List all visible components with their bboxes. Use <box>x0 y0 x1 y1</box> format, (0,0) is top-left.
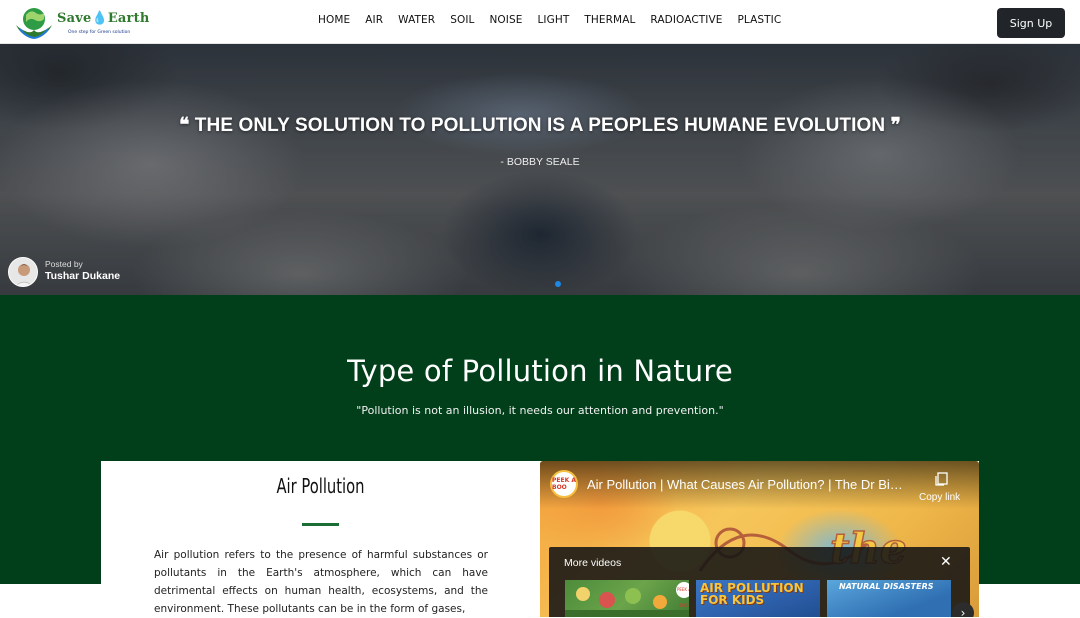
nav-thermal[interactable]: THERMAL <box>584 14 635 26</box>
more-videos-panel: More videos ✕ PEEK A BOO AIR POLLUTION F… <box>549 547 974 617</box>
nav-light[interactable]: LIGHT <box>537 14 569 26</box>
nav-noise[interactable]: NOISE <box>489 14 522 26</box>
channel-badge: PEEK A BOO <box>676 582 689 608</box>
main-nav: HOME AIR WATER SOIL NOISE LIGHT THERMAL … <box>318 0 781 40</box>
video-thumbnail[interactable]: NATURAL DISASTERS <box>827 580 951 617</box>
logo-tagline: One step for Green solution <box>68 30 131 35</box>
hero-quote: ❝ THE ONLY SOLUTION TO POLLUTION IS A PE… <box>179 115 901 136</box>
section-subtitle: "Pollution is not an illusion, it needs … <box>356 404 724 417</box>
avatar[interactable] <box>8 257 38 287</box>
drop-icon: 💧 <box>91 11 108 26</box>
card-title: Air Pollution <box>276 474 365 498</box>
video-title[interactable]: Air Pollution | What Causes Air Pollutio… <box>587 477 907 492</box>
more-videos-label: More videos <box>564 557 622 569</box>
section-title: Type of Pollution in Nature <box>347 354 733 388</box>
logo-title: Save💧Earth <box>57 11 150 26</box>
nav-soil[interactable]: SOIL <box>450 14 474 26</box>
copy-link-label[interactable]: Copy link <box>919 492 960 503</box>
nav-home[interactable]: HOME <box>318 14 350 26</box>
video-thumbnail[interactable]: AIR POLLUTION FOR KIDS <box>696 580 820 617</box>
nav-water[interactable]: WATER <box>398 14 435 26</box>
poster-name[interactable]: Tushar Dukane <box>45 270 120 282</box>
channel-avatar[interactable]: PEEK A BOO <box>550 470 578 498</box>
carousel-indicator[interactable] <box>555 281 561 287</box>
posted-by-label: Posted by <box>45 259 83 269</box>
close-icon[interactable]: ✕ <box>940 554 952 570</box>
earth-hands-icon <box>16 8 52 39</box>
nav-plastic[interactable]: PLASTIC <box>738 14 782 26</box>
hero-quote-author: - BOBBY SEALE <box>500 156 580 168</box>
thumbnail-title: NATURAL DISASTERS <box>839 582 934 591</box>
next-arrow-icon[interactable]: › <box>952 602 974 617</box>
nav-air[interactable]: AIR <box>365 14 383 26</box>
hero-carousel[interactable]: ❝ THE ONLY SOLUTION TO POLLUTION IS A PE… <box>0 44 1080 295</box>
garden-thumbnail-art <box>565 587 689 617</box>
youtube-embed[interactable]: the PEEK A BOO Air Pollution | What Caus… <box>540 461 979 617</box>
site-logo[interactable]: Save💧Earth One step for Green solution <box>14 3 149 41</box>
title-divider <box>302 523 339 526</box>
signup-button[interactable]: Sign Up <box>997 8 1065 38</box>
nav-radioactive[interactable]: RADIOACTIVE <box>650 14 722 26</box>
navbar: Save💧Earth One step for Green solution H… <box>0 0 1080 44</box>
person-icon <box>9 258 37 286</box>
card-description: Air pollution refers to the presence of … <box>154 549 488 615</box>
video-thumbnail[interactable]: PEEK A BOO <box>565 580 689 617</box>
thumbnail-title: AIR POLLUTION FOR KIDS <box>700 581 804 607</box>
copy-icon[interactable] <box>933 471 949 487</box>
